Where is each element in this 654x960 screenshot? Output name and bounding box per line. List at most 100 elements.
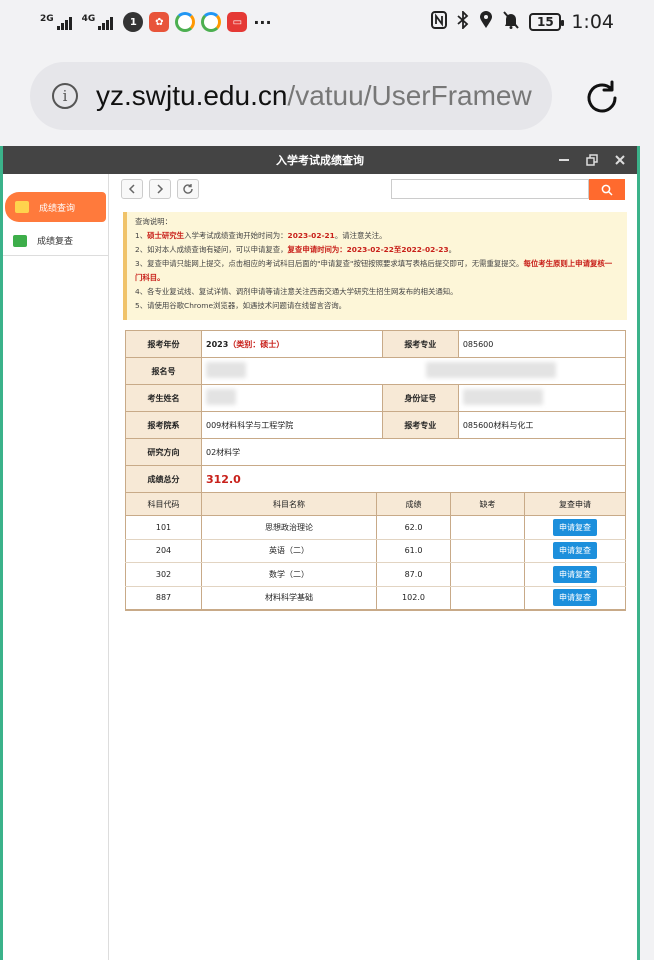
- status-bar: 2G 4G 1 ✿ ▭ ··· 15 1:04: [0, 0, 654, 44]
- sidebar-item-label: 成绩复查: [37, 237, 74, 247]
- mute-icon: [503, 10, 520, 34]
- app-window: 入学考试成绩查询 成绩查询 成绩复查 查询说明： 1、硕士研究生入学考试成绩查询…: [0, 146, 640, 960]
- url-path: /vatuu/UserFramew: [287, 80, 532, 111]
- chevron-right-icon: [157, 184, 164, 194]
- signal-sim1-icon: 2G: [40, 14, 72, 30]
- notice-line-2: 2、如对本人成绩查询有疑问，可以申请复查，复查申请时间为：2023-02-22至…: [135, 245, 457, 254]
- battery-icon: 15: [529, 13, 565, 31]
- review-cell: 申请复查: [524, 515, 626, 540]
- subject-code: 887: [125, 586, 202, 611]
- more-notifications-icon: ···: [253, 12, 272, 32]
- subject-score: 102.0: [376, 586, 451, 611]
- table-row: 报考年份 2023（类别：硕士） 报考专业 085600: [125, 330, 627, 358]
- notice-heading: 查询说明：: [135, 217, 172, 226]
- nfc-icon: [431, 10, 448, 34]
- site-info-icon[interactable]: i: [52, 83, 78, 109]
- column-header: 科目代码: [125, 492, 202, 516]
- status-right: 15 1:04: [431, 9, 614, 34]
- year-value: 2023（类别：硕士）: [201, 330, 383, 358]
- crown-icon: [15, 201, 29, 213]
- search-icon: [601, 184, 613, 196]
- subject-absent: [450, 562, 525, 587]
- search-input[interactable]: [391, 179, 589, 199]
- apply-review-button[interactable]: 申请复查: [553, 542, 597, 560]
- app-notification-icon: 1: [123, 12, 144, 32]
- candidate-info-table: 报考年份 2023（类别：硕士） 报考专业 085600 报名号 考生姓名 身份…: [125, 330, 627, 493]
- sidebar-item-score-query[interactable]: 成绩查询: [5, 192, 106, 222]
- table-row: 101 思想政治理论 62.0 申请复查: [125, 515, 626, 540]
- year-label: 报考年份: [125, 330, 202, 358]
- restore-icon[interactable]: [585, 153, 599, 167]
- name-value-redacted: [201, 384, 383, 412]
- status-left: 2G 4G 1 ✿ ▭ ···: [40, 12, 272, 32]
- window-title: 入学考试成绩查询: [276, 154, 364, 167]
- subject-name: 思想政治理论: [201, 515, 377, 540]
- subject-name: 材料科学基础: [201, 586, 377, 611]
- tree-icon: [13, 234, 27, 247]
- subject-code: 204: [125, 539, 202, 563]
- app-notification-icon: ✿: [149, 12, 170, 32]
- table-row: 887 材料科学基础 102.0 申请复查: [125, 586, 626, 611]
- app-notification-icon: [201, 12, 222, 32]
- browser-address-row: i yz.swjtu.edu.cn/vatuu/UserFramew: [0, 60, 654, 134]
- signal-sim2-icon: 4G: [82, 14, 114, 30]
- direction-value: 02材料学: [201, 438, 626, 466]
- sidebar-item-score-review[interactable]: 成绩复查: [3, 226, 108, 256]
- sim2-label: 4G: [81, 14, 96, 24]
- url-domain: yz.swjtu.edu.cn: [96, 80, 288, 111]
- table-row: 报名号: [125, 357, 626, 385]
- refresh-button[interactable]: [177, 179, 199, 199]
- dept-value: 009材料科学与工程学院: [201, 411, 383, 439]
- subject-absent: [450, 539, 525, 563]
- window-titlebar: 入学考试成绩查询: [3, 146, 637, 174]
- id-label: 身份证号: [381, 384, 459, 412]
- review-cell: 申请复查: [524, 539, 626, 563]
- close-icon[interactable]: [613, 153, 627, 167]
- subject-absent: [450, 515, 525, 540]
- dept-label: 报考院系: [125, 411, 202, 439]
- clock: 1:04: [571, 11, 614, 33]
- review-cell: 申请复查: [524, 586, 626, 611]
- reload-icon[interactable]: [582, 78, 622, 118]
- notice-line-3: 3、复查申请只能网上提交，点击相应的考试科目后面的"申请复查"按钮按照要求填写表…: [135, 259, 613, 282]
- app-notification-icon: ▭: [227, 12, 248, 32]
- apply-review-button[interactable]: 申请复查: [553, 565, 597, 583]
- subject-score: 87.0: [376, 562, 451, 587]
- forward-button[interactable]: [149, 179, 171, 199]
- table-row: 研究方向 02材料学: [125, 438, 626, 466]
- notice-line-4: 4、各专业复试线、复试详情、调剂申请等请注意关注西南交通大学研究生招生网发布的相…: [135, 287, 458, 296]
- column-header: 科目名称: [201, 492, 377, 516]
- notice-line-1: 1、硕士研究生入学考试成绩查询开始时间为：2023-02-21。请注意关注。: [135, 231, 387, 240]
- total-label: 成绩总分: [125, 465, 202, 493]
- year-category: （类别：硕士）: [228, 339, 285, 349]
- apply-review-button[interactable]: 申请复查: [553, 589, 597, 606]
- subject-code: 101: [125, 515, 202, 540]
- back-button[interactable]: [121, 179, 143, 199]
- refresh-icon: [183, 184, 193, 194]
- bluetooth-icon: [457, 9, 469, 34]
- id-value-redacted: [457, 384, 627, 412]
- location-icon: [479, 10, 493, 34]
- toolbar: [121, 179, 629, 203]
- url-text[interactable]: yz.swjtu.edu.cn/vatuu/UserFramew: [96, 80, 532, 112]
- major-label: 报考专业: [381, 330, 459, 358]
- column-header: 复查申请: [524, 492, 626, 516]
- subject-score: 62.0: [376, 515, 451, 540]
- review-cell: 申请复查: [524, 562, 626, 587]
- subject-name: 数学（二）: [201, 562, 377, 587]
- minimize-icon[interactable]: [557, 153, 571, 167]
- major2-value: 085600材料与化工: [457, 411, 627, 439]
- app-notification-icon: [175, 12, 196, 32]
- score-table: 科目代码 科目名称 成绩 缺考 复查申请 101 思想政治理论 62.0 申请复…: [125, 492, 626, 611]
- table-header-row: 科目代码 科目名称 成绩 缺考 复查申请: [125, 492, 626, 516]
- column-header: 成绩: [376, 492, 451, 516]
- major-value: 085600: [457, 330, 627, 358]
- apply-review-button[interactable]: 申请复查: [553, 518, 597, 536]
- regno-value-redacted: [201, 357, 626, 385]
- search-button[interactable]: [589, 179, 625, 200]
- table-row: 报考院系 009材料科学与工程学院 报考专业 085600材料与化工: [125, 411, 627, 439]
- sidebar-item-label: 成绩查询: [39, 203, 76, 214]
- subject-absent: [450, 586, 525, 611]
- table-row: 成绩总分 312.0: [125, 465, 626, 493]
- address-bar[interactable]: i yz.swjtu.edu.cn/vatuu/UserFramew: [30, 62, 552, 130]
